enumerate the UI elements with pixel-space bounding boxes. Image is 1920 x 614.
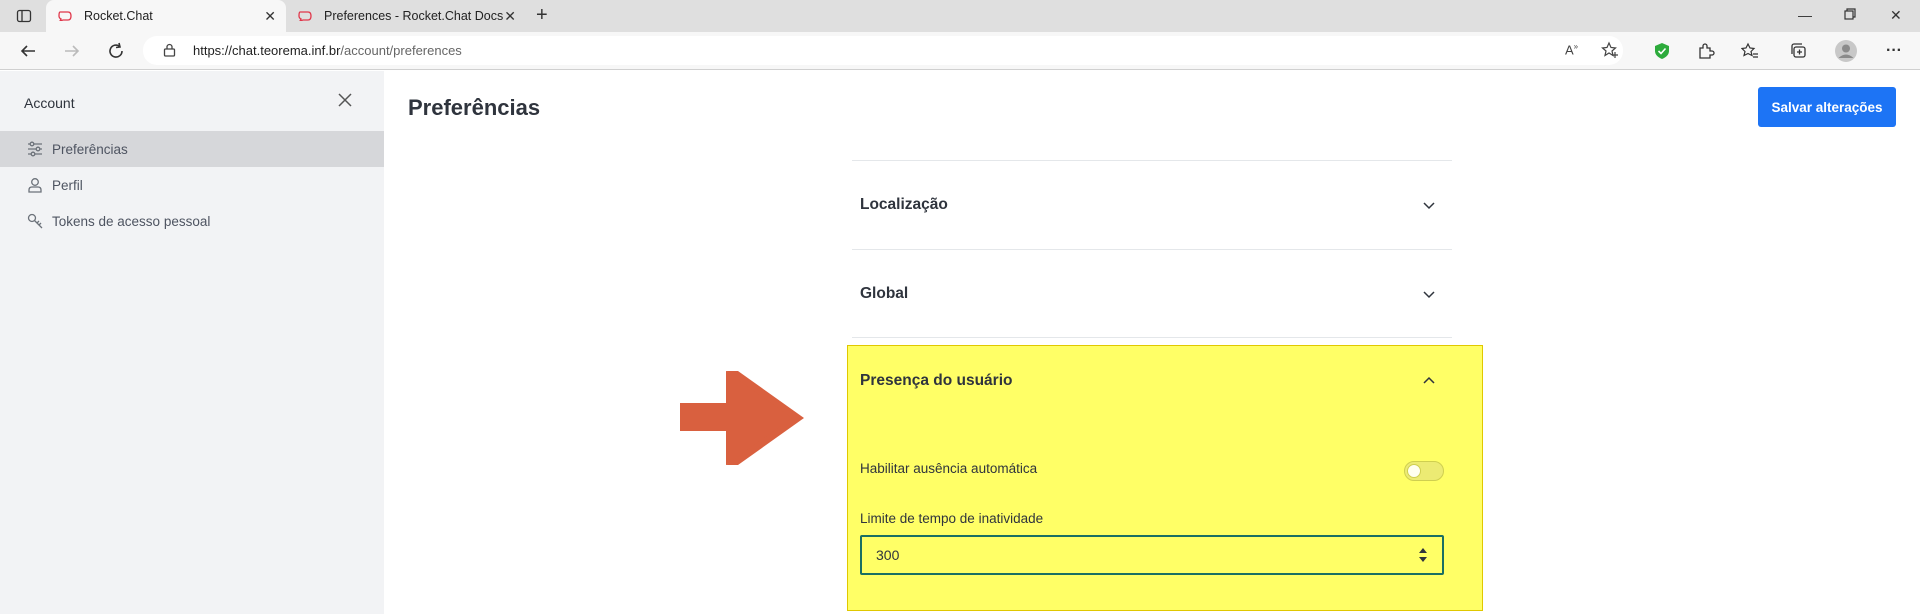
rocketchat-logo-icon	[58, 11, 72, 21]
tab-actions-icon[interactable]	[14, 6, 34, 26]
favorites-icon[interactable]	[1740, 41, 1760, 61]
collections-icon[interactable]	[1788, 41, 1808, 61]
section-title: Localização	[860, 196, 948, 213]
preferences-main: Preferências Salvar alterações Localizaç…	[384, 71, 1920, 614]
forward-icon	[62, 41, 82, 61]
tab-preferences-docs[interactable]: Preferences - Rocket.Chat Docs ✕	[286, 0, 526, 32]
new-tab-icon[interactable]: +	[536, 4, 548, 27]
chevron-up-icon[interactable]	[1421, 373, 1437, 389]
extensions-icon[interactable]	[1696, 41, 1716, 61]
divider	[852, 249, 1452, 250]
divider	[852, 337, 1452, 338]
url-text: https://chat.teorema.inf.br/account/pref…	[193, 43, 462, 58]
save-changes-button[interactable]: Salvar alterações	[1758, 87, 1896, 127]
shield-extension-icon[interactable]	[1652, 41, 1672, 61]
sidebar-item-label: Tokens de acesso pessoal	[52, 213, 211, 229]
address-bar[interactable]: https://chat.teorema.inf.br/account/pref…	[143, 36, 1623, 65]
tab-label: Preferences - Rocket.Chat Docs	[324, 9, 504, 23]
arrow-annotation-icon	[680, 371, 804, 465]
rocketchat-logo-icon	[298, 11, 312, 21]
close-icon[interactable]	[335, 90, 355, 110]
add-favorite-icon[interactable]	[1601, 41, 1619, 64]
more-menu-icon[interactable]: ···	[1884, 41, 1904, 61]
chevron-down-icon[interactable]	[1421, 286, 1437, 302]
sidebar-item-tokens[interactable]: Tokens de acesso pessoal	[0, 203, 384, 239]
close-window-icon[interactable]: ✕	[1890, 7, 1902, 24]
divider	[852, 160, 1452, 161]
sidebar-item-label: Perfil	[52, 177, 83, 193]
user-icon	[28, 178, 42, 193]
lock-icon[interactable]	[163, 43, 176, 62]
section-title: Presença do usuário	[860, 372, 1013, 389]
refresh-icon[interactable]	[106, 41, 126, 61]
read-aloud-icon[interactable]: A»	[1565, 42, 1578, 57]
number-spinner-icon[interactable]	[1418, 546, 1428, 564]
browser-toolbar: https://chat.teorema.inf.br/account/pref…	[0, 32, 1920, 70]
account-sidebar: Account Preferências Perfil Tokens de ac…	[0, 71, 384, 614]
key-icon	[27, 213, 43, 229]
tab-label: Rocket.Chat	[84, 9, 153, 23]
auto-away-toggle[interactable]	[1404, 461, 1444, 481]
sidebar-item-label: Preferências	[52, 141, 128, 157]
sidebar-item-preferencias[interactable]: Preferências	[0, 131, 384, 167]
close-tab-icon[interactable]: ✕	[264, 8, 276, 25]
minimize-icon[interactable]: —	[1798, 7, 1812, 23]
idle-limit-input[interactable]: 300	[860, 535, 1444, 575]
sidebar-item-perfil[interactable]: Perfil	[0, 167, 384, 203]
profile-avatar-icon[interactable]	[1834, 39, 1858, 63]
back-icon[interactable]	[18, 41, 38, 61]
tab-rocket-chat[interactable]: Rocket.Chat ✕	[46, 0, 286, 32]
idle-limit-value: 300	[876, 547, 900, 563]
sidebar-title: Account	[24, 95, 75, 111]
page-title: Preferências	[408, 95, 541, 120]
toggle-knob	[1407, 463, 1421, 478]
restore-icon[interactable]	[1844, 7, 1856, 23]
section-title: Global	[860, 285, 909, 302]
idle-limit-label: Limite de tempo de inatividade	[860, 511, 1044, 526]
browser-tab-bar: Rocket.Chat ✕ Preferences - Rocket.Chat …	[0, 0, 1920, 32]
chevron-down-icon[interactable]	[1421, 197, 1437, 213]
close-tab-icon[interactable]: ✕	[504, 8, 516, 25]
auto-away-label: Habilitar ausência automática	[860, 461, 1038, 476]
sliders-icon	[28, 141, 42, 157]
